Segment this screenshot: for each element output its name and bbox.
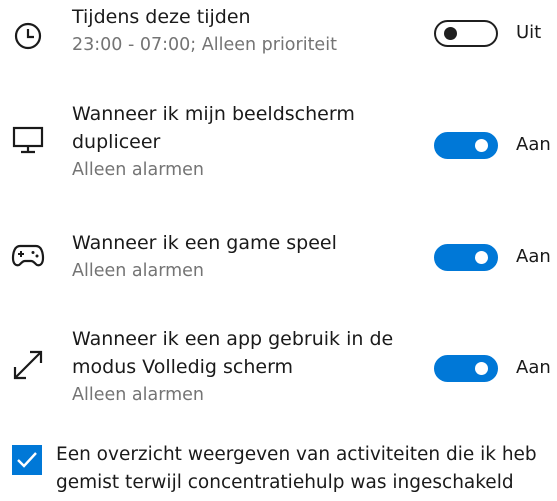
rule-title: Wanneer ik een game speel: [72, 232, 337, 254]
rule-title-line-2: dupliceer: [72, 131, 161, 153]
summary-checkbox[interactable]: [12, 445, 42, 475]
rule-fullscreen-app: Wanneer ik een app gebruik in de modus V…: [0, 323, 557, 423]
playing-game-toggle[interactable]: [434, 244, 498, 271]
rule-title-line-2: modus Volledig scherm: [72, 356, 294, 378]
rule-playing-game: Wanneer ik een game speel Alleen alarmen…: [0, 227, 557, 297]
rule-text: Wanneer ik mijn beeldscherm dupliceer Al…: [72, 100, 417, 184]
rule-duplicate-display: Wanneer ik mijn beeldscherm dupliceer Al…: [0, 98, 557, 198]
toggle-knob: [475, 251, 488, 264]
rule-text: Wanneer ik een app gebruik in de modus V…: [72, 325, 417, 409]
monitor-icon: [8, 120, 48, 160]
toggle-knob: [475, 362, 488, 375]
rule-subtitle: 23:00 - 07:00; Alleen prioriteit: [72, 35, 337, 55]
summary-checkbox-label[interactable]: Een overzicht weergeven van activiteiten…: [56, 441, 557, 497]
toggle-knob: [475, 139, 488, 152]
summary-label-line-1: Een overzicht weergeven van activiteiten…: [56, 444, 537, 465]
toggle-knob: [444, 27, 457, 40]
rule-title: Tijdens deze tijden: [72, 6, 251, 28]
toggle-state-label: Aan: [516, 134, 551, 155]
rule-text: Tijdens deze tijden 23:00 - 07:00; Allee…: [72, 3, 417, 59]
checkmark-icon: [17, 452, 37, 468]
rule-subtitle: Alleen alarmen: [72, 261, 204, 281]
rule-title-line-1: Wanneer ik mijn beeldscherm: [72, 103, 355, 125]
rule-subtitle: Alleen alarmen: [72, 385, 204, 405]
fullscreen-app-toggle[interactable]: [434, 355, 498, 382]
time-schedule-toggle[interactable]: [434, 20, 498, 47]
summary-label-line-2: gemist terwijl concentratiehulp was inge…: [56, 472, 514, 493]
duplicate-display-toggle[interactable]: [434, 132, 498, 159]
clock-icon: [8, 16, 48, 56]
rule-title-line-1: Wanneer ik een app gebruik in de: [72, 328, 394, 350]
toggle-state-label: Aan: [516, 357, 551, 378]
rule-time-schedule: Tijdens deze tijden 23:00 - 07:00; Allee…: [0, 0, 557, 70]
rule-subtitle: Alleen alarmen: [72, 160, 204, 180]
toggle-state-label: Aan: [516, 246, 551, 267]
toggle-state-label: Uit: [516, 22, 542, 43]
fullscreen-arrow-icon: [8, 345, 48, 385]
rule-text: Wanneer ik een game speel Alleen alarmen: [72, 229, 417, 285]
gamepad-icon: [8, 236, 48, 276]
